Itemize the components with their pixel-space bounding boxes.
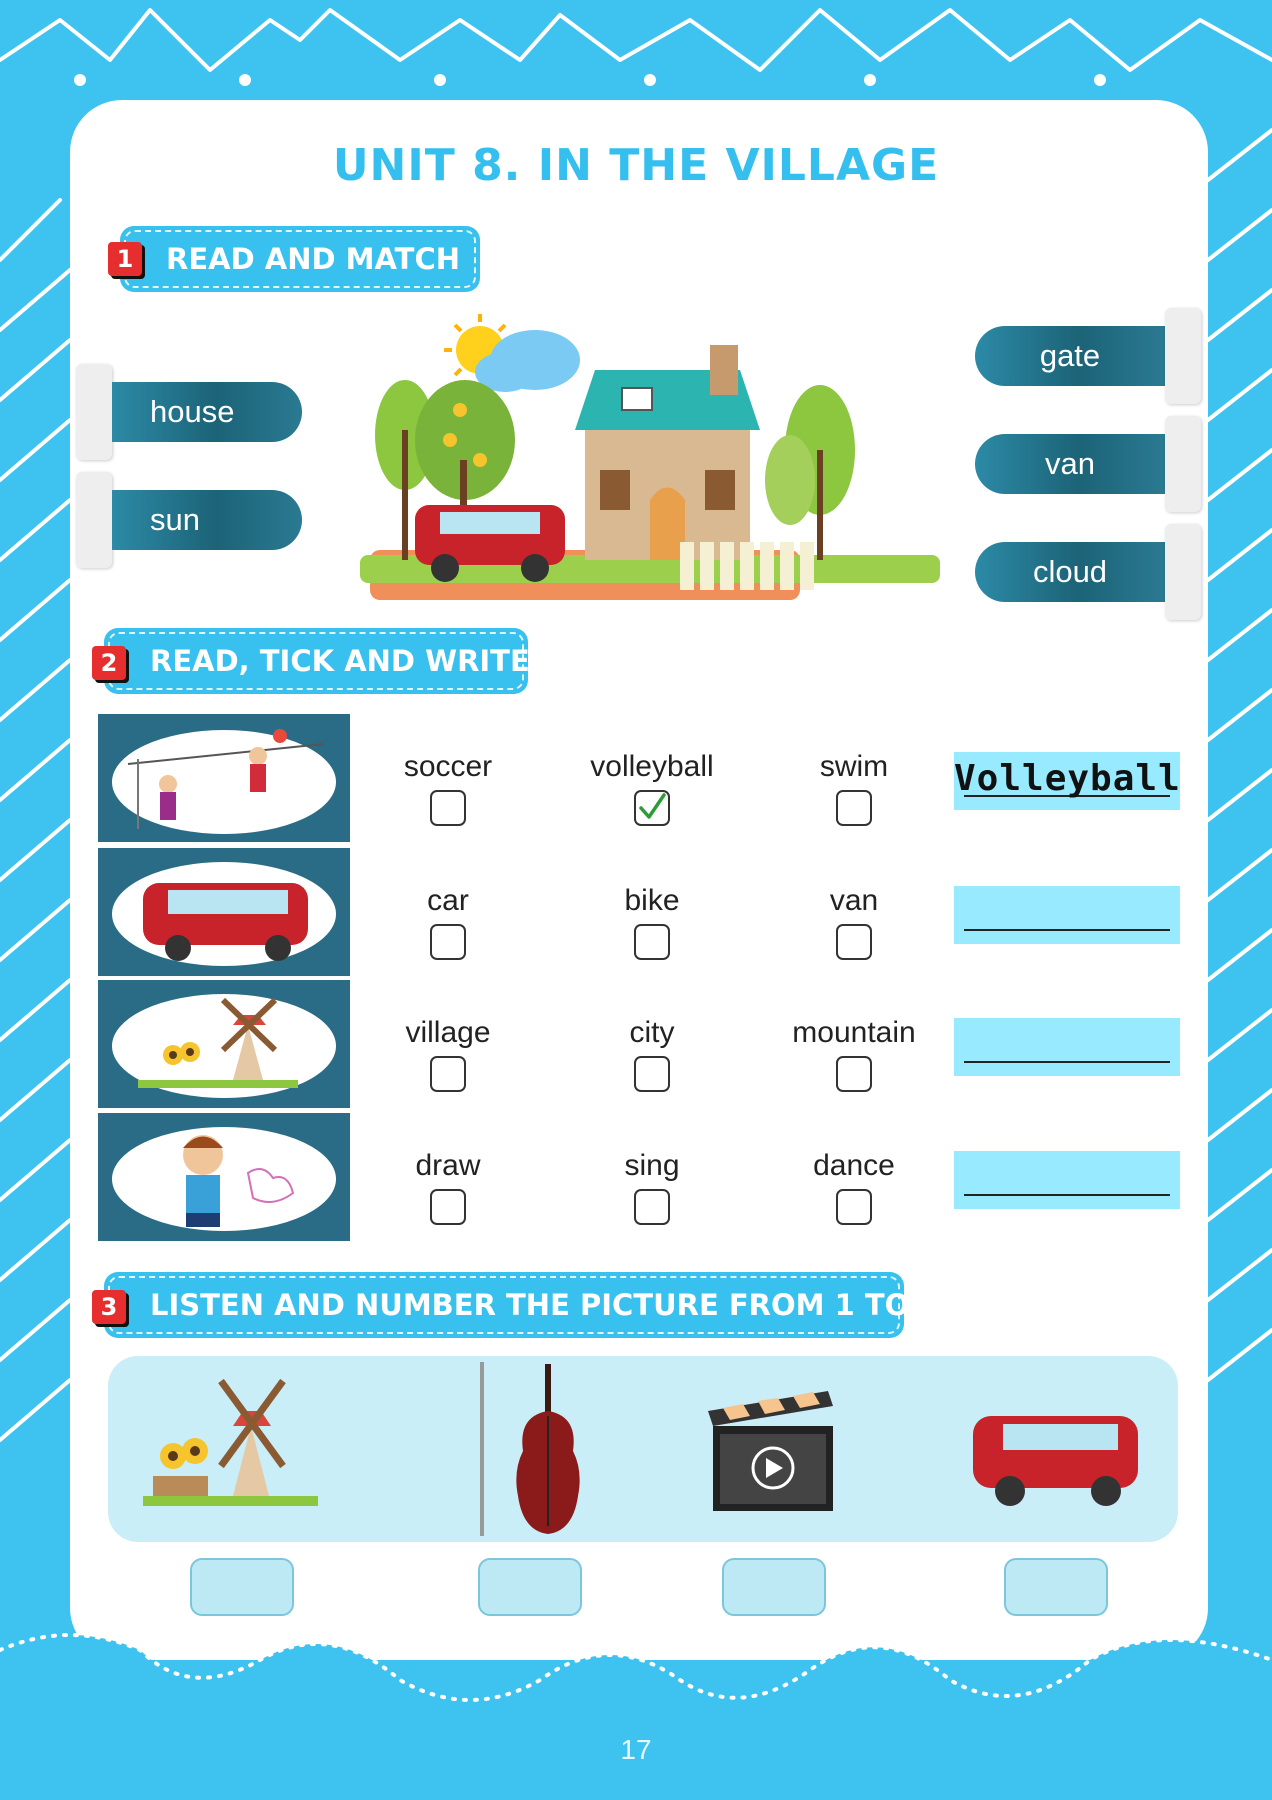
checkbox-city[interactable] (634, 1056, 670, 1092)
option-car: car (358, 884, 538, 960)
option-mountain: mountain (764, 1016, 944, 1092)
checkbox-swim[interactable] (836, 790, 872, 826)
checkbox-village[interactable] (430, 1056, 466, 1092)
checkbox-soccer[interactable] (430, 790, 466, 826)
option-bike: bike (562, 884, 742, 960)
checkbox-mountain[interactable] (836, 1056, 872, 1092)
checkmark-icon (639, 793, 666, 819)
tick-row-1: soccer volleyball swim Volleyball (98, 714, 1182, 842)
van-picture (98, 848, 350, 976)
checkbox-dance[interactable] (836, 1189, 872, 1225)
match-word-sun[interactable]: sun (72, 472, 322, 568)
checkbox-van[interactable] (836, 924, 872, 960)
option-sing: sing (562, 1149, 742, 1225)
village-scene-illustration (360, 314, 940, 600)
match-word-house[interactable]: house (72, 364, 322, 460)
checkbox-volleyball[interactable] (634, 790, 670, 826)
match-word-gate[interactable]: gate (975, 308, 1205, 404)
number-box-2[interactable] (478, 1558, 582, 1616)
listen-pictures-strip (108, 1356, 1178, 1542)
van-picture (973, 1416, 1138, 1506)
section-3-pill: LISTEN AND NUMBER THE PICTURE FROM 1 TO … (104, 1272, 940, 1338)
volleyball-picture (98, 714, 350, 842)
checkbox-bike[interactable] (634, 924, 670, 960)
option-city: city (562, 1016, 742, 1092)
number-box-4[interactable] (1004, 1558, 1108, 1616)
section-2-title: READ, TICK AND WRITE (150, 644, 530, 678)
checkbox-sing[interactable] (634, 1189, 670, 1225)
section-1-number: 1 (108, 242, 142, 276)
option-draw: draw (358, 1149, 538, 1225)
number-box-1[interactable] (190, 1558, 294, 1616)
checkbox-car[interactable] (430, 924, 466, 960)
number-box-3[interactable] (722, 1558, 826, 1616)
option-dance: dance (764, 1149, 944, 1225)
answer-field-4[interactable] (954, 1151, 1180, 1209)
section-1-title: READ AND MATCH (166, 242, 461, 276)
section-3-title: LISTEN AND NUMBER THE PICTURE FROM 1 TO … (150, 1288, 940, 1322)
page-number: 17 (620, 1734, 652, 1765)
tick-row-4: draw sing dance (98, 1113, 1182, 1241)
option-volleyball: volleyball (562, 750, 742, 826)
tick-row-3: village city mountain (98, 980, 1182, 1108)
option-swim: swim (764, 750, 944, 826)
movie-clapperboard-picture (708, 1391, 833, 1511)
windmill-village-picture (98, 980, 350, 1108)
tick-row-2: car bike van (98, 848, 1182, 976)
boy-drawing-picture (98, 1113, 350, 1241)
section-2-pill: READ, TICK AND WRITE (104, 628, 530, 694)
section-3-number: 3 (92, 1290, 126, 1324)
checkbox-draw[interactable] (430, 1189, 466, 1225)
divider (480, 1362, 484, 1536)
answer-field-1[interactable]: Volleyball (954, 752, 1180, 810)
answer-field-2[interactable] (954, 886, 1180, 944)
match-word-van[interactable]: van (975, 416, 1205, 512)
violin-picture (516, 1364, 580, 1534)
answer-field-3[interactable] (954, 1018, 1180, 1076)
option-village: village (358, 1016, 538, 1092)
option-van: van (764, 884, 944, 960)
option-soccer: soccer (358, 750, 538, 826)
unit-title: UNIT 8. IN THE VILLAGE (332, 140, 940, 191)
match-word-cloud[interactable]: cloud (975, 524, 1205, 620)
section-2-number: 2 (92, 646, 126, 680)
section-1-pill: READ AND MATCH (120, 226, 480, 292)
windmill-picture (143, 1378, 318, 1506)
